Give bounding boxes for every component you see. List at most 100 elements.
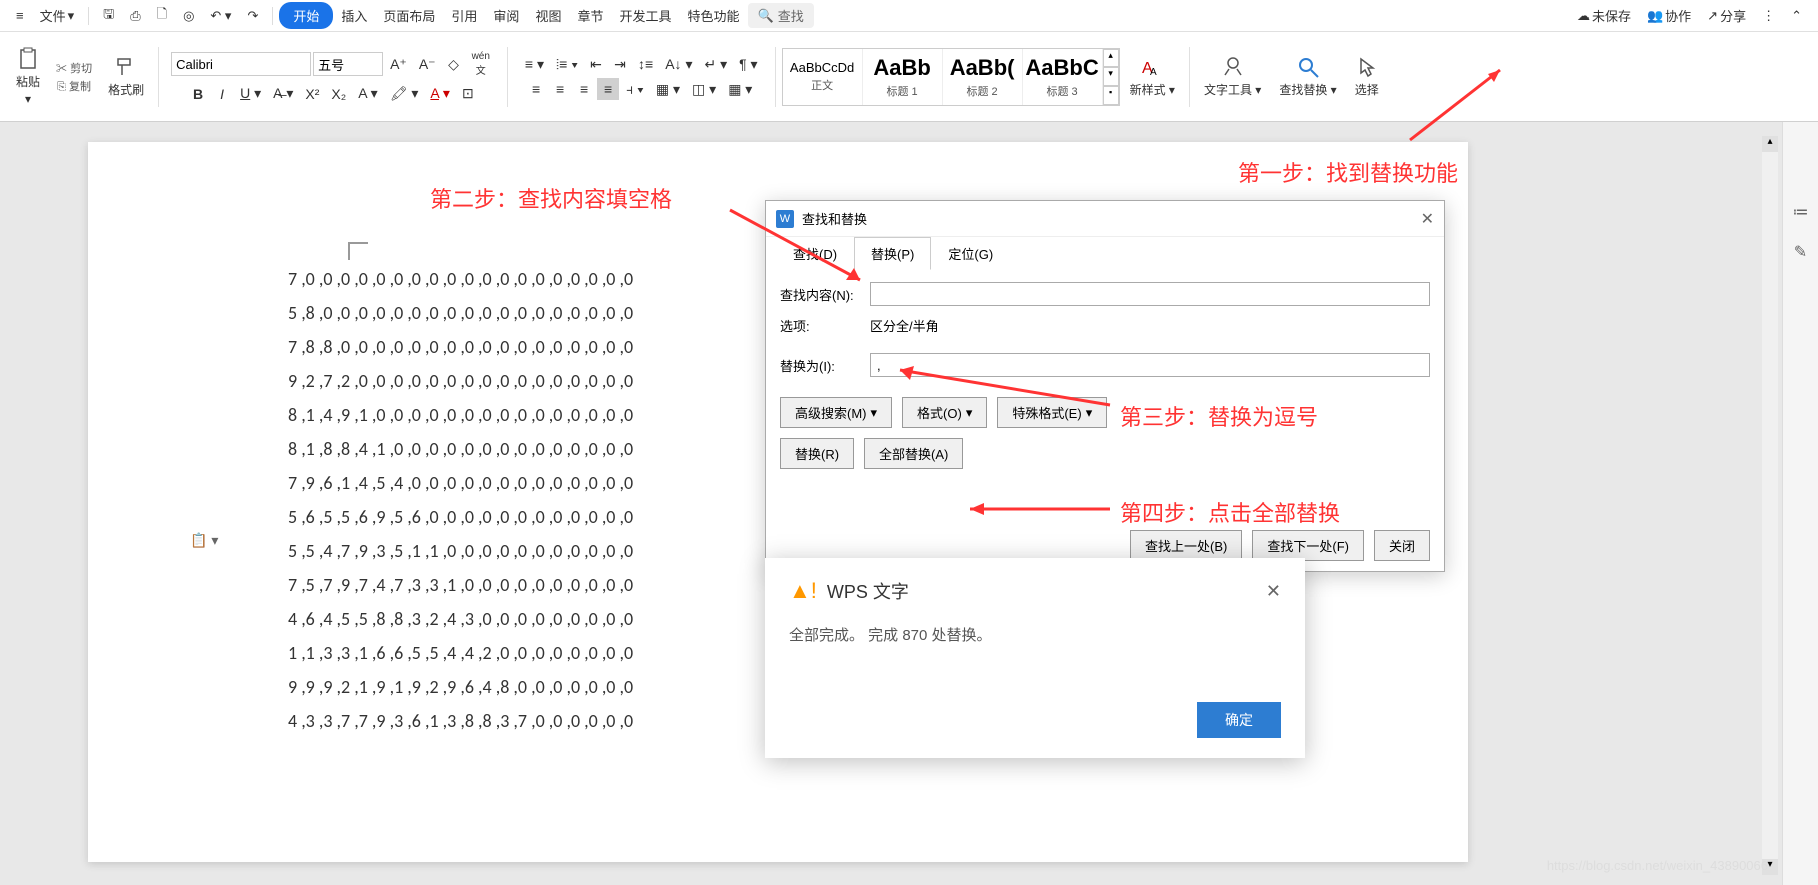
tab-review[interactable]: 审阅	[485, 2, 527, 29]
ok-button[interactable]: 确定	[1197, 702, 1281, 738]
style-heading2[interactable]: AaBb(标题 2	[943, 49, 1023, 105]
tab-features[interactable]: 特色功能	[679, 2, 747, 29]
collab-button[interactable]: 👥 协作	[1639, 2, 1699, 29]
style-heading3[interactable]: AaBbC标题 3	[1023, 49, 1103, 105]
highlight-button[interactable]: 🖍 ▾	[385, 82, 424, 105]
cut-button[interactable]: ✂ 剪切	[56, 60, 92, 76]
clear-format-icon[interactable]: ◇	[443, 53, 465, 76]
sort-icon[interactable]: A↓ ▾	[660, 53, 697, 76]
styles-scroll[interactable]: ▴▾▪	[1103, 49, 1119, 105]
new-style-button[interactable]: AA 新样式 ▾	[1122, 51, 1183, 102]
find-replace-button[interactable]: 查找替换 ▾	[1271, 51, 1344, 102]
tab-replace[interactable]: 替换(P)	[854, 237, 931, 270]
dialog-titlebar[interactable]: W 查找和替换 ✕	[766, 201, 1444, 237]
align-justify-icon[interactable]: ≡	[597, 78, 619, 100]
close-icon[interactable]: ✕	[1421, 209, 1434, 229]
align-center-icon[interactable]: ≡	[549, 78, 571, 100]
undo-icon[interactable]: ↶ ▾	[202, 4, 239, 28]
paste-options-icon[interactable]: 📋 ▾	[190, 532, 218, 549]
char-border-button[interactable]: ⊡	[457, 82, 479, 105]
search-box[interactable]: 🔍 查找	[748, 3, 814, 28]
align-right-icon[interactable]: ≡	[573, 78, 595, 100]
paste-button[interactable]: 粘贴 ▾	[8, 43, 48, 110]
font-size-select[interactable]	[313, 52, 383, 76]
superscript-button[interactable]: X²	[300, 83, 324, 105]
options-value: 区分全/半角	[870, 316, 939, 335]
replace-all-button[interactable]: 全部替换(A)	[864, 438, 963, 469]
style-normal[interactable]: AaBbCcDd正文	[783, 49, 863, 105]
tab-start[interactable]: 开始	[279, 2, 333, 29]
find-next-button[interactable]: 查找下一处(F)	[1252, 530, 1364, 561]
divider	[272, 7, 273, 25]
find-input[interactable]	[870, 282, 1430, 306]
unsaved-indicator[interactable]: ☁ 未保存	[1569, 2, 1639, 29]
grow-font-icon[interactable]: A⁺	[385, 53, 412, 76]
increase-indent-icon[interactable]: ⇥	[609, 53, 631, 76]
phonetic-icon[interactable]: wén文	[467, 48, 495, 80]
special-format-button[interactable]: 特殊格式(E) ▾	[997, 397, 1107, 428]
tab-view[interactable]: 视图	[527, 2, 569, 29]
align-left-icon[interactable]: ≡	[525, 78, 547, 100]
line-spacing-icon[interactable]: ↕≡	[633, 53, 658, 75]
borders-icon[interactable]: ▦ ▾	[723, 78, 757, 101]
columns-icon[interactable]: ▦ ▾	[651, 78, 685, 101]
subscript-button[interactable]: X₂	[326, 83, 351, 105]
svg-text:A: A	[1150, 67, 1157, 78]
bullet-list-icon[interactable]: ≡ ▾	[520, 53, 549, 76]
bold-button[interactable]: B	[187, 83, 209, 105]
search-icon[interactable]: ◎	[175, 4, 202, 28]
strike-button[interactable]: A̶ ▾	[268, 82, 298, 105]
format-painter-button[interactable]: 格式刷	[100, 51, 152, 102]
shrink-font-icon[interactable]: A⁻	[414, 53, 441, 76]
underline-button[interactable]: U ▾	[235, 82, 266, 105]
redo-icon[interactable]: ↷	[239, 4, 266, 28]
text-direction-icon[interactable]: ↵ ▾	[699, 53, 732, 76]
ruler-mark	[348, 242, 368, 260]
tab-insert[interactable]: 插入	[333, 2, 375, 29]
ribbon: 粘贴 ▾ ✂ 剪切 ⎘ 复制 格式刷 A⁺ A⁻ ◇ wén文 B I U ▾ …	[0, 32, 1818, 122]
tab-devtools[interactable]: 开发工具	[611, 2, 679, 29]
sidebar-tool-2[interactable]: ✎	[1794, 242, 1807, 262]
expand-icon[interactable]: ⌃	[1783, 4, 1810, 28]
text-tools-button[interactable]: 文字工具 ▾	[1196, 51, 1269, 102]
vertical-scrollbar[interactable]: ▴ ▾	[1762, 136, 1778, 875]
sidebar-tool-1[interactable]: ≔	[1793, 202, 1809, 222]
find-label: 查找内容(N):	[780, 285, 870, 304]
wps-icon: W	[776, 210, 794, 228]
hamburger-icon[interactable]: ≡	[8, 4, 32, 27]
style-heading1[interactable]: AaBb标题 1	[863, 49, 943, 105]
number-list-icon[interactable]: ⦙≡ ▾	[551, 53, 583, 76]
dialog-tabs: 查找(D) 替换(P) 定位(G)	[766, 237, 1444, 270]
distribute-icon[interactable]: ⫞ ▾	[621, 78, 649, 101]
tab-find[interactable]: 查找(D)	[776, 237, 854, 270]
font-color-button[interactable]: A ▾	[425, 82, 455, 105]
select-button[interactable]: 选择	[1347, 51, 1387, 102]
font-name-select[interactable]	[171, 52, 311, 76]
text-effects-button[interactable]: A ▾	[353, 82, 382, 105]
share-button[interactable]: ↗ 分享	[1699, 2, 1754, 29]
tab-goto[interactable]: 定位(G)	[931, 237, 1010, 270]
more-icon[interactable]: ⋮	[1754, 4, 1783, 28]
save-icon[interactable]: 🖫	[95, 1, 122, 31]
decrease-indent-icon[interactable]: ⇤	[585, 53, 607, 76]
replace-input[interactable]	[870, 353, 1430, 377]
find-prev-button[interactable]: 查找上一处(B)	[1130, 530, 1242, 561]
show-marks-icon[interactable]: ¶ ▾	[734, 53, 762, 76]
format-button[interactable]: 格式(O) ▾	[902, 397, 987, 428]
tab-references[interactable]: 引用	[443, 2, 485, 29]
tab-chapter[interactable]: 章节	[569, 2, 611, 29]
preview-icon[interactable]: 🗋	[149, 1, 175, 31]
scroll-up-icon[interactable]: ▴	[1762, 136, 1778, 152]
replace-button[interactable]: 替换(R)	[780, 438, 854, 469]
close-button[interactable]: 关闭	[1374, 530, 1430, 561]
italic-button[interactable]: I	[211, 83, 233, 105]
menubar: ≡ 文件 ▾ 🖫 ⎙ 🗋 ◎ ↶ ▾ ↷ 开始 插入 页面布局 引用 审阅 视图…	[0, 0, 1818, 32]
message-box: ▲! WPS 文字 ✕ 全部完成。 完成 870 处替换。 确定	[765, 558, 1305, 758]
msgbox-close-icon[interactable]: ✕	[1266, 581, 1281, 602]
file-menu[interactable]: 文件 ▾	[32, 2, 83, 29]
shading-icon[interactable]: ◫ ▾	[687, 78, 721, 101]
print-icon[interactable]: ⎙	[122, 4, 148, 28]
tab-layout[interactable]: 页面布局	[375, 2, 443, 29]
advanced-search-button[interactable]: 高级搜索(M) ▾	[780, 397, 892, 428]
copy-button[interactable]: ⎘ 复制	[57, 78, 91, 94]
